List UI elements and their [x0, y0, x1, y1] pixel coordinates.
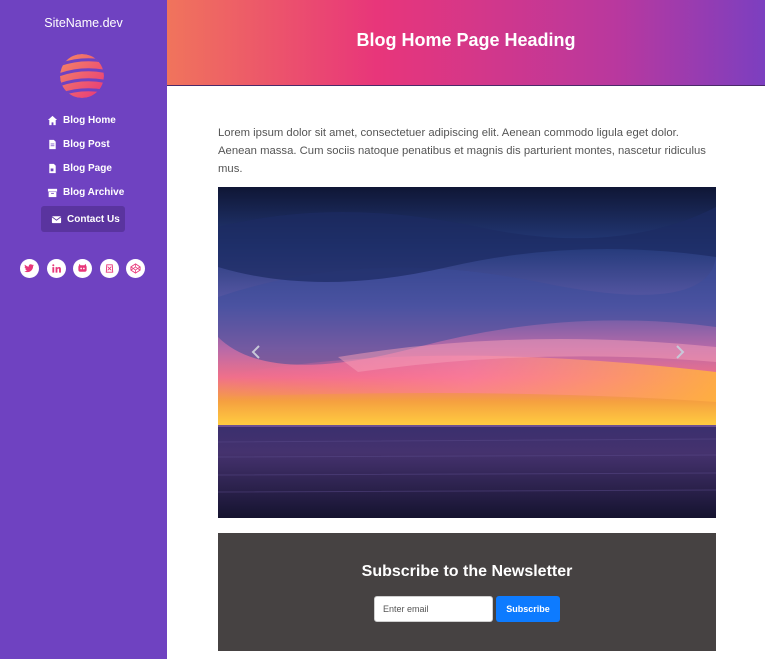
home-icon [47, 115, 58, 126]
codepen-icon [130, 263, 141, 274]
sidebar-item-label: Contact Us [67, 213, 120, 225]
linkedin-icon [51, 264, 61, 273]
codepen-link[interactable] [126, 259, 145, 278]
envelope-icon [51, 214, 62, 225]
sidebar-item-blog-post[interactable]: Blog Post [41, 132, 125, 156]
document-icon [47, 139, 58, 150]
sidebar: SiteName.dev Blog Home Blog Post Blog Pa… [0, 0, 167, 659]
twitter-icon [24, 264, 34, 273]
sidebar-item-blog-page[interactable]: Blog Page [41, 156, 125, 180]
subscribe-button[interactable]: Subscribe [496, 596, 560, 622]
carousel-next-button[interactable] [672, 343, 688, 361]
dribbble-icon [105, 264, 113, 273]
newsletter-section: Subscribe to the Newsletter Subscribe [218, 533, 716, 651]
sunset-sea-image [218, 187, 716, 518]
page-header: Blog Home Page Heading [167, 0, 765, 86]
chevron-right-icon [676, 345, 685, 359]
image-carousel[interactable] [218, 187, 716, 518]
sidebar-item-blog-home[interactable]: Blog Home [41, 108, 125, 132]
sidebar-item-label: Blog Page [63, 162, 112, 174]
sidebar-item-label: Blog Archive [63, 186, 125, 198]
striped-globe-logo[interactable] [58, 52, 106, 100]
dribbble-link[interactable] [99, 259, 119, 278]
intro-paragraph: Lorem ipsum dolor sit amet, consectetuer… [218, 127, 706, 175]
chevron-left-icon [251, 345, 260, 359]
sidebar-item-blog-archive[interactable]: Blog Archive [41, 180, 125, 204]
sidebar-item-contact-us[interactable]: Contact Us [41, 206, 125, 232]
sidebar-nav: Blog Home Blog Post Blog Page Blog Archi… [41, 108, 125, 232]
site-name[interactable]: SiteName.dev [0, 16, 167, 30]
github-link[interactable] [73, 259, 92, 278]
social-links [20, 259, 153, 278]
page-icon [47, 163, 58, 174]
archive-icon [47, 187, 58, 198]
github-icon [78, 263, 87, 272]
sidebar-item-label: Blog Post [63, 138, 110, 150]
twitter-link[interactable] [20, 259, 39, 278]
newsletter-title: Subscribe to the Newsletter [361, 563, 573, 580]
sidebar-item-label: Blog Home [63, 114, 116, 126]
linkedin-link[interactable] [46, 259, 66, 278]
carousel-prev-button[interactable] [248, 343, 264, 361]
email-field[interactable] [374, 596, 493, 622]
page-title: Blog Home Page Heading [356, 30, 576, 50]
